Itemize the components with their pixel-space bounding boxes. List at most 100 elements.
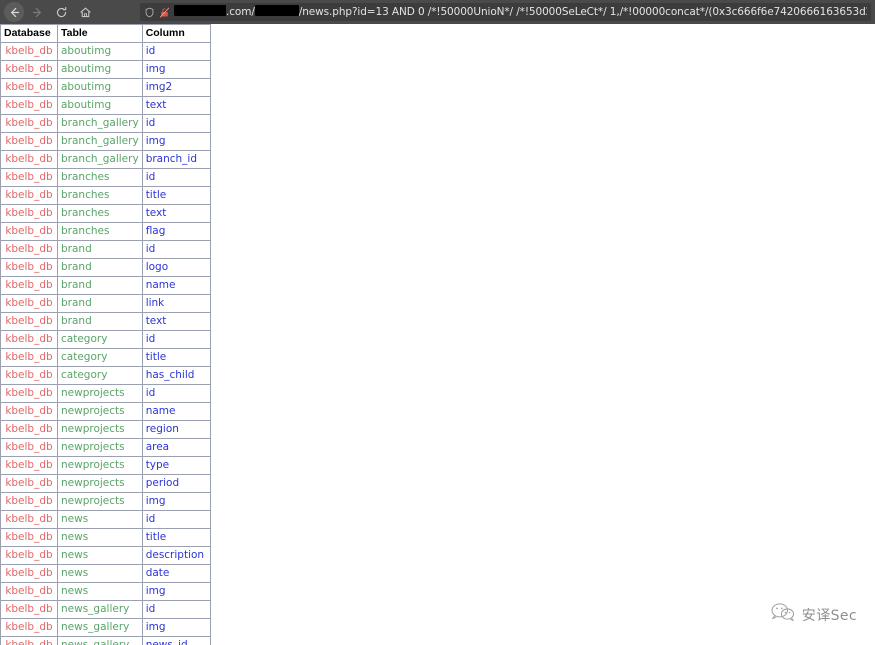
- cell-table: newprojects: [57, 492, 143, 511]
- cell-database: kbelb_db: [0, 420, 58, 439]
- cell-database: kbelb_db: [0, 150, 58, 169]
- cell-column: name: [141, 276, 211, 295]
- cell-column: date: [141, 564, 211, 583]
- cell-column: name: [141, 402, 211, 421]
- table-header-row: Database Table Column: [0, 24, 211, 43]
- navigation-button-group: [4, 2, 96, 22]
- cell-database: kbelb_db: [0, 114, 58, 133]
- address-bar-text[interactable]: .com/ /news.php?id=13 AND 0 /*!50000UnioN…: [174, 3, 867, 21]
- reload-icon: [56, 6, 66, 17]
- cell-table: branch_gallery: [57, 114, 143, 133]
- table-row: kbelb_db aboutimg text: [0, 96, 211, 115]
- cell-table: brand: [57, 258, 143, 277]
- cell-column: news_id: [141, 636, 211, 645]
- cell-database: kbelb_db: [0, 96, 58, 115]
- cell-column: region: [141, 420, 211, 439]
- cell-table: news: [57, 564, 143, 583]
- cell-table: branches: [57, 222, 143, 241]
- redacted-domain: [174, 5, 226, 16]
- table-row: kbelb_db news date: [0, 564, 211, 583]
- cell-database: kbelb_db: [0, 528, 58, 547]
- cell-table: news: [57, 528, 143, 547]
- cell-column: description: [141, 546, 211, 565]
- cell-table: aboutimg: [57, 78, 143, 97]
- domain-suffix: .com/: [226, 6, 255, 18]
- cell-table: branch_gallery: [57, 132, 143, 151]
- table-header: Database Table Column: [0, 24, 211, 43]
- table-row: kbelb_db newprojects name: [0, 402, 211, 421]
- cell-column: id: [141, 168, 211, 187]
- wechat-icon: [770, 602, 796, 627]
- cell-column: link: [141, 294, 211, 313]
- broken-lock-icon[interactable]: [159, 7, 170, 18]
- cell-database: kbelb_db: [0, 222, 58, 241]
- cell-table: aboutimg: [57, 42, 143, 61]
- column-header-table: Table: [57, 24, 143, 43]
- cell-database: kbelb_db: [0, 510, 58, 529]
- cell-column: title: [141, 186, 211, 205]
- cell-database: kbelb_db: [0, 132, 58, 151]
- home-button[interactable]: [74, 2, 96, 22]
- watermark: 安译Sec: [770, 602, 857, 627]
- cell-database: kbelb_db: [0, 240, 58, 259]
- table-row: kbelb_db newprojects img: [0, 492, 211, 511]
- table-row: kbelb_db news id: [0, 510, 211, 529]
- table-row: kbelb_db branch_gallery id: [0, 114, 211, 133]
- cell-table: brand: [57, 312, 143, 331]
- cell-table: news: [57, 510, 143, 529]
- table-row: kbelb_db brand link: [0, 294, 211, 313]
- table-row: kbelb_db newprojects area: [0, 438, 211, 457]
- cell-column: id: [141, 330, 211, 349]
- url-query: /news.php?id=13 AND 0 /*!50000UnioN*/ /*…: [298, 6, 867, 18]
- cell-table: newprojects: [57, 438, 143, 457]
- table-row: kbelb_db branch_gallery img: [0, 132, 211, 151]
- cell-column: id: [141, 114, 211, 133]
- cell-column: type: [141, 456, 211, 475]
- cell-database: kbelb_db: [0, 492, 58, 511]
- table-row: kbelb_db news description: [0, 546, 211, 565]
- cell-table: newprojects: [57, 420, 143, 439]
- cell-table: news_gallery: [57, 618, 143, 637]
- back-button[interactable]: [4, 2, 24, 22]
- column-header-database: Database: [0, 24, 58, 43]
- schema-dump-table: Database Table Column kbelb_db aboutimg id…: [0, 24, 211, 645]
- cell-database: kbelb_db: [0, 60, 58, 79]
- cell-table: category: [57, 330, 143, 349]
- table-row: kbelb_db brand logo: [0, 258, 211, 277]
- cell-table: aboutimg: [57, 96, 143, 115]
- cell-table: newprojects: [57, 474, 143, 493]
- cell-column: period: [141, 474, 211, 493]
- table-row: kbelb_db aboutimg img: [0, 60, 211, 79]
- cell-database: kbelb_db: [0, 582, 58, 601]
- forward-button[interactable]: [26, 2, 48, 22]
- reload-button[interactable]: [50, 2, 72, 22]
- cell-table: news_gallery: [57, 600, 143, 619]
- cell-column: title: [141, 348, 211, 367]
- cell-database: kbelb_db: [0, 78, 58, 97]
- cell-table: branches: [57, 204, 143, 223]
- table-row: kbelb_db category id: [0, 330, 211, 349]
- table-row: kbelb_db branches title: [0, 186, 211, 205]
- cell-table: brand: [57, 240, 143, 259]
- back-arrow-icon: [10, 7, 19, 17]
- cell-column: img2: [141, 78, 211, 97]
- cell-database: kbelb_db: [0, 474, 58, 493]
- browser-toolbar: .com/ /news.php?id=13 AND 0 /*!50000UnioN…: [0, 0, 875, 24]
- address-bar[interactable]: .com/ /news.php?id=13 AND 0 /*!50000UnioN…: [140, 3, 871, 21]
- cell-database: kbelb_db: [0, 546, 58, 565]
- cell-table: newprojects: [57, 402, 143, 421]
- cell-database: kbelb_db: [0, 330, 58, 349]
- cell-database: kbelb_db: [0, 438, 58, 457]
- shield-icon[interactable]: [144, 7, 155, 18]
- cell-table: newprojects: [57, 384, 143, 403]
- cell-table: category: [57, 366, 143, 385]
- table-row: kbelb_db news_gallery img: [0, 618, 211, 637]
- table-row: kbelb_db news_gallery news_id: [0, 636, 211, 645]
- table-row: kbelb_db brand text: [0, 312, 211, 331]
- cell-table: news: [57, 582, 143, 601]
- cell-database: kbelb_db: [0, 294, 58, 313]
- table-row: kbelb_db branches id: [0, 168, 211, 187]
- table-row: kbelb_db news_gallery id: [0, 600, 211, 619]
- cell-column: img: [141, 618, 211, 637]
- cell-database: kbelb_db: [0, 186, 58, 205]
